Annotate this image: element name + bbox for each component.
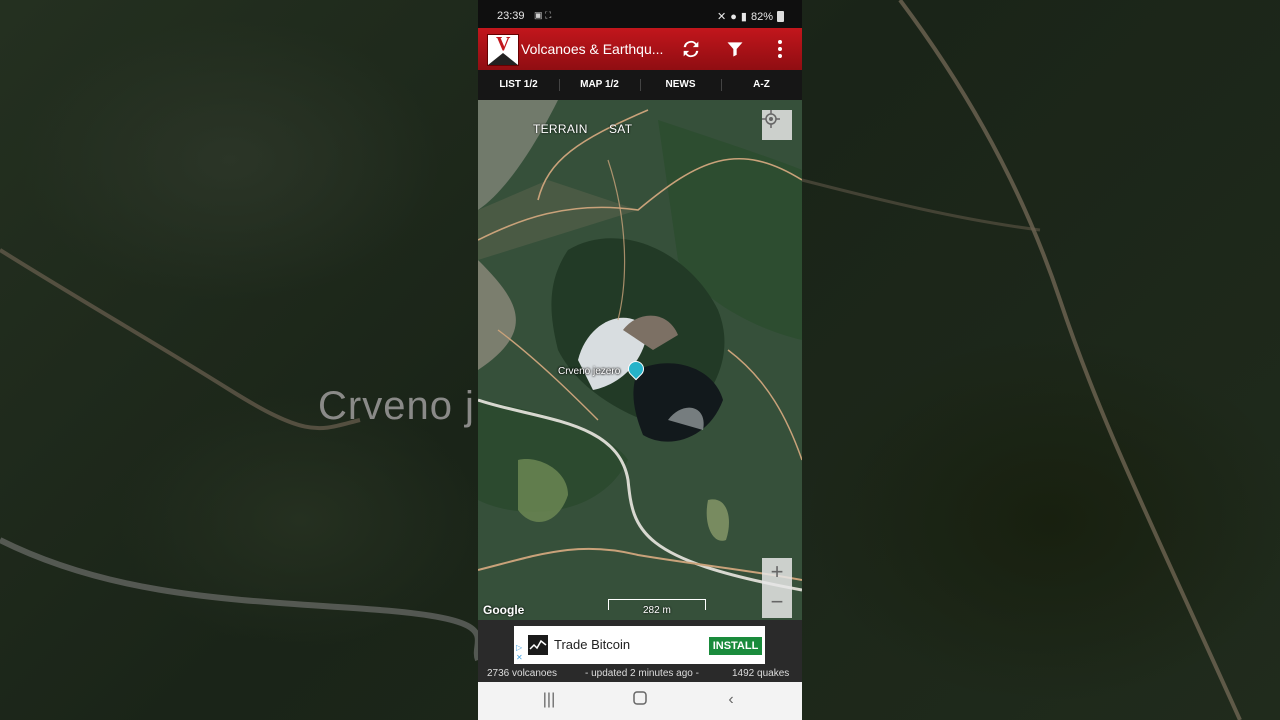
- satellite-imagery: [478, 100, 802, 620]
- tab-list[interactable]: LIST 1/2: [478, 70, 559, 100]
- ad-app-icon: [528, 635, 548, 655]
- recent-apps-icon[interactable]: |||: [537, 691, 561, 711]
- google-attribution: Google: [483, 603, 525, 617]
- mute-icon: ✕: [717, 11, 727, 23]
- map-type-terrain[interactable]: TERRAIN: [533, 122, 588, 136]
- ad-banner[interactable]: ▷ ✕ Trade Bitcoin INSTALL: [514, 626, 765, 664]
- ad-text[interactable]: Trade Bitcoin: [554, 637, 630, 652]
- tab-map[interactable]: MAP 1/2: [559, 70, 640, 100]
- map-type-sat[interactable]: SAT: [609, 122, 632, 136]
- my-location-button[interactable]: [762, 110, 792, 140]
- update-status: - updated 2 minutes ago -: [585, 668, 699, 679]
- status-bar: 23:39 ▣ ⛶ ✕ ● ▮ 82%: [478, 0, 802, 28]
- status-icons: ✕ ● ▮ 82%: [717, 10, 784, 23]
- background-place-label: Crveno j: [318, 384, 475, 428]
- phone-screen: 23:39 ▣ ⛶ ✕ ● ▮ 82% V Volcanoes & Earthq…: [478, 0, 802, 720]
- filter-icon[interactable]: [723, 38, 747, 60]
- android-nav-bar: ||| ‹: [478, 682, 802, 720]
- notification-icons: ▣ ⛶: [534, 10, 552, 20]
- battery-icon: [777, 11, 784, 22]
- status-time: 23:39: [497, 10, 525, 22]
- app-title: Volcanoes & Earthqu...: [521, 41, 664, 57]
- volcano-count: 2736 volcanoes: [487, 668, 558, 679]
- satellite-map[interactable]: TERRAIN SAT Crveno jezero + − Google 282…: [478, 100, 802, 620]
- overflow-menu-icon[interactable]: [768, 38, 792, 60]
- scale-label: 282 m: [643, 605, 671, 616]
- crosshair-icon: [762, 110, 780, 128]
- footer: ▷ ✕ Trade Bitcoin INSTALL 2736 volcanoes …: [478, 620, 802, 682]
- refresh-icon[interactable]: [679, 38, 703, 60]
- signal-icon: ▮: [740, 11, 747, 23]
- ad-choices-icon[interactable]: ▷ ✕: [516, 643, 523, 663]
- zoom-in-button[interactable]: +: [762, 558, 792, 588]
- tab-news[interactable]: NEWS: [640, 70, 721, 100]
- location-icon: ●: [730, 10, 737, 23]
- tab-a-z[interactable]: A-Z: [721, 70, 802, 100]
- zoom-out-button[interactable]: −: [762, 588, 792, 618]
- ad-install-button[interactable]: INSTALL: [709, 637, 762, 655]
- app-logo[interactable]: V: [487, 34, 519, 66]
- place-label: Crveno jezero: [558, 366, 621, 377]
- home-icon[interactable]: [628, 691, 652, 711]
- tab-bar: LIST 1/2 MAP 1/2 NEWS A-Z: [478, 70, 802, 100]
- app-bar: V Volcanoes & Earthqu...: [478, 28, 802, 70]
- battery-level: 82%: [750, 10, 773, 23]
- logo-mountain-icon: [488, 53, 518, 65]
- quake-count: 1492 quakes: [732, 668, 790, 679]
- back-icon[interactable]: ‹: [719, 691, 743, 711]
